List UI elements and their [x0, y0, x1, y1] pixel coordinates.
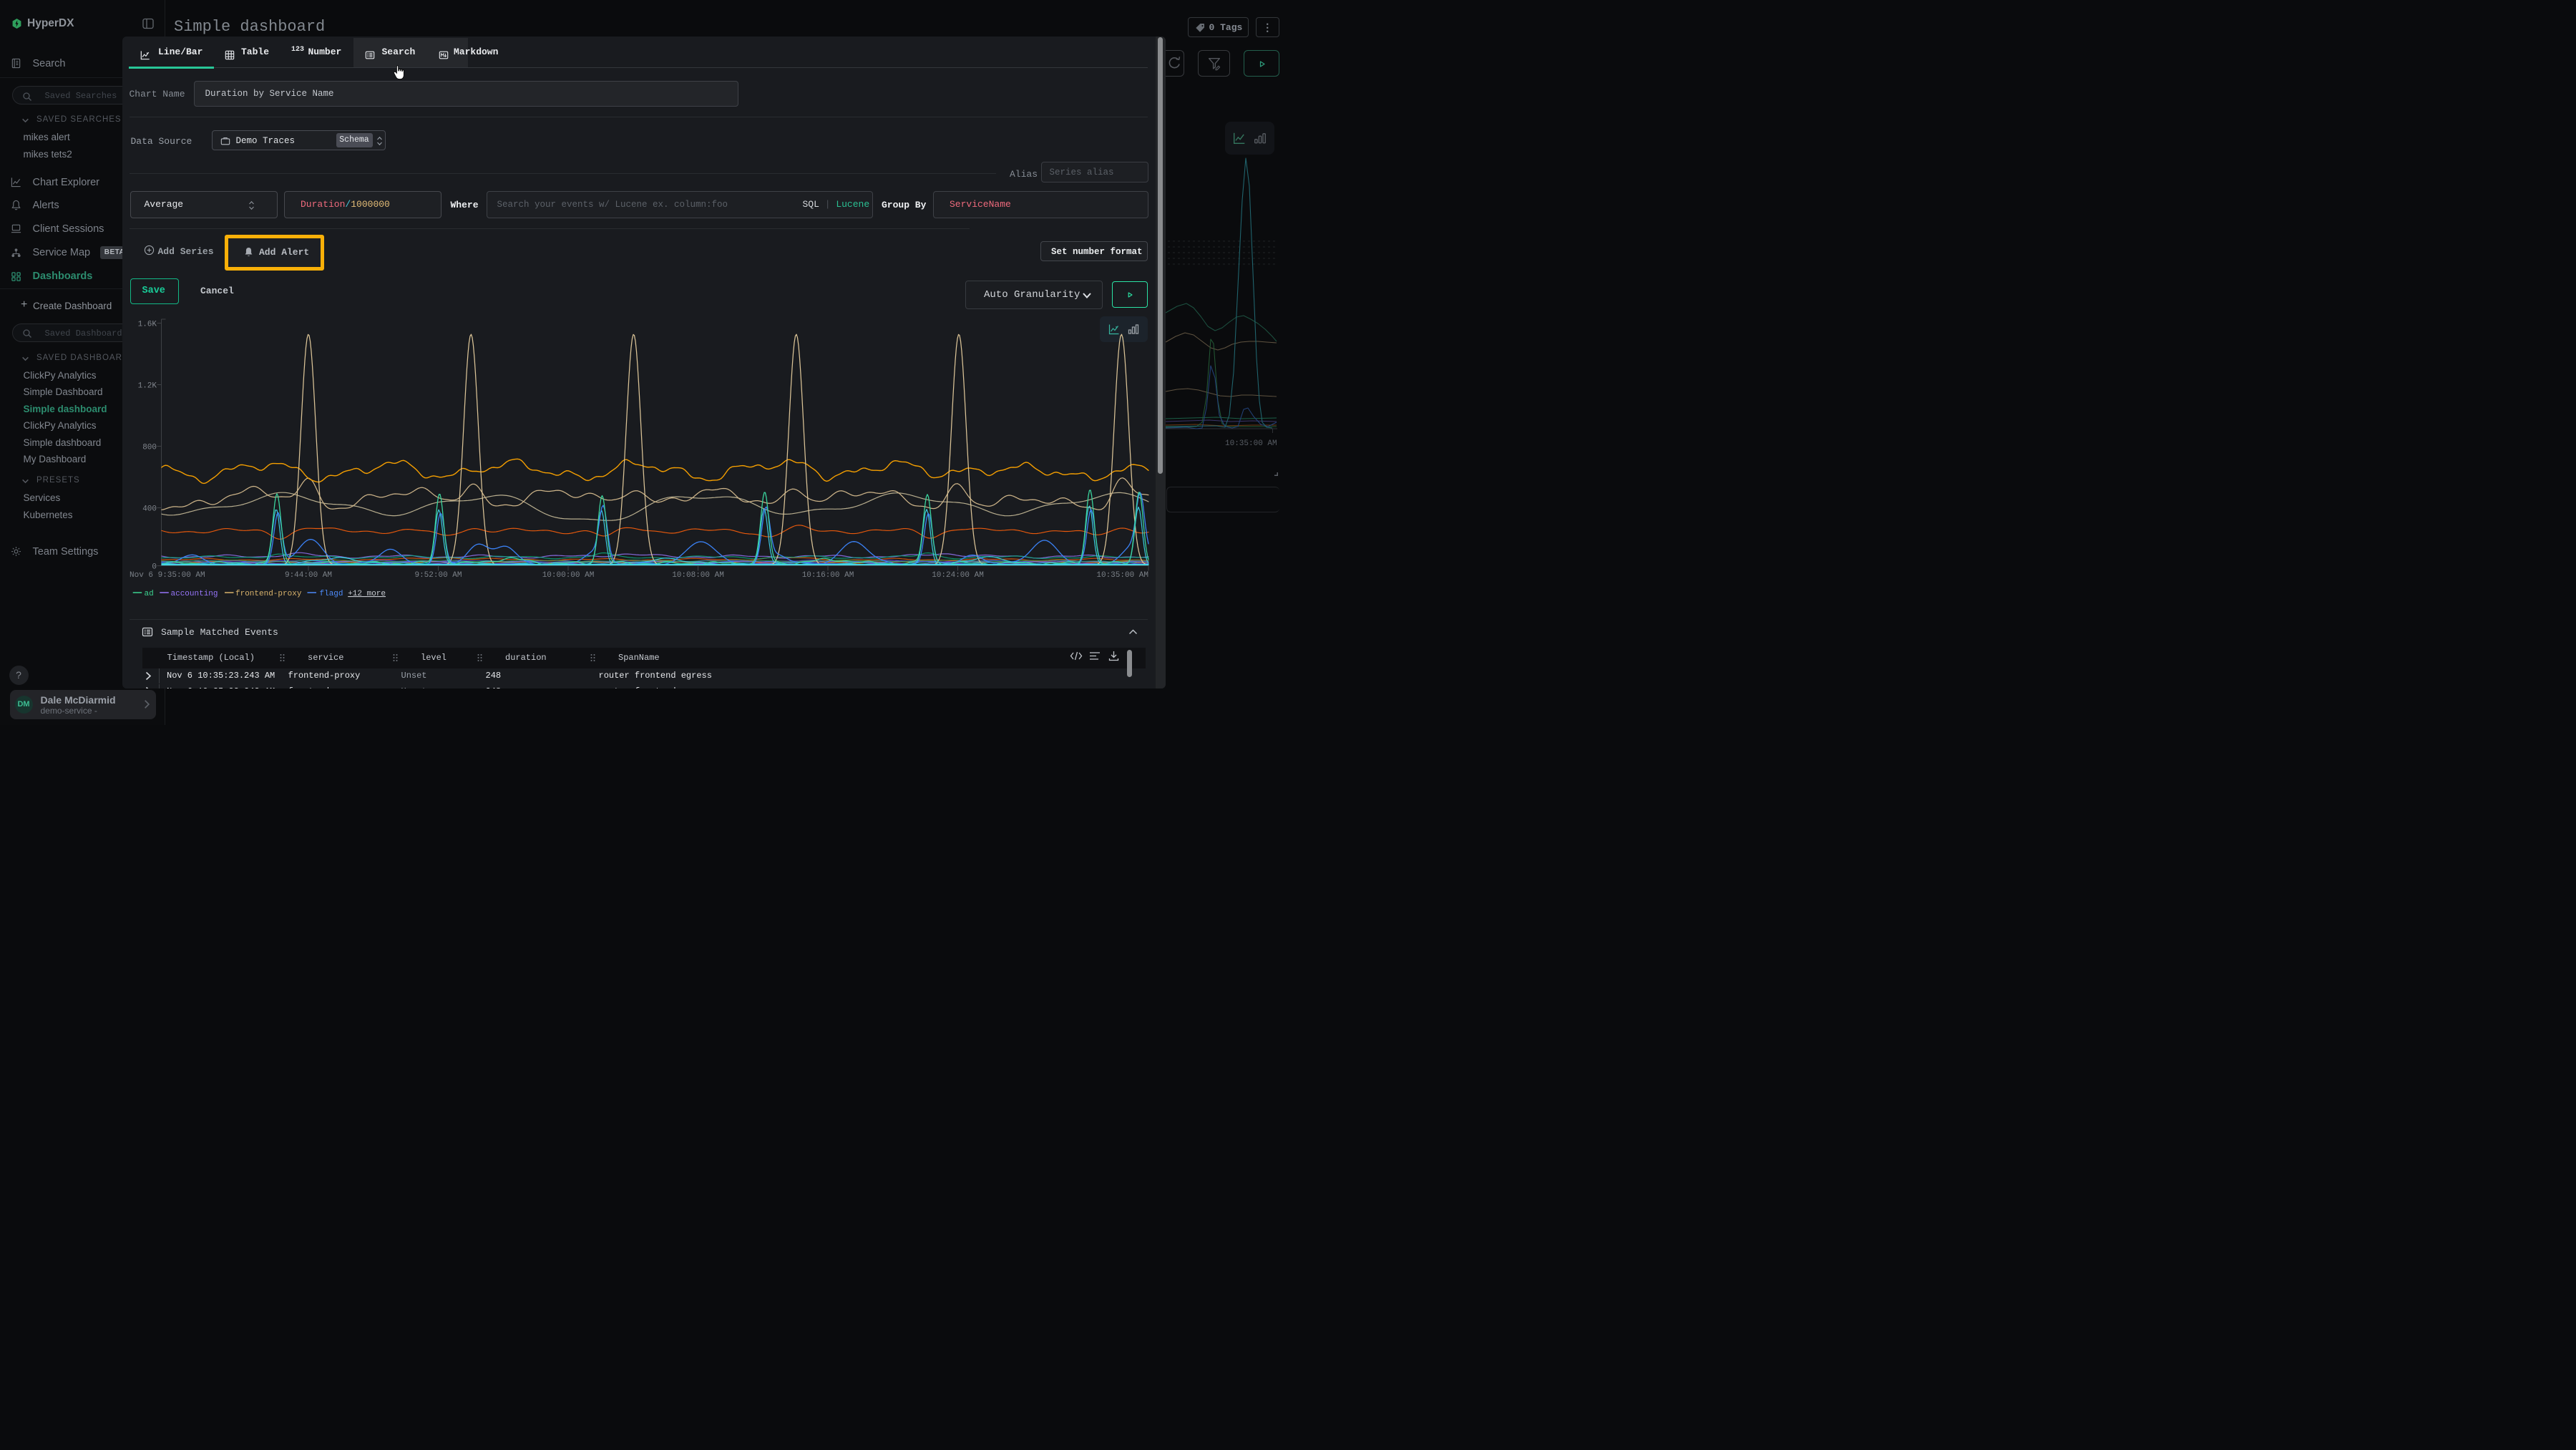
svg-text:10:24:00 AM: 10:24:00 AM [932, 571, 984, 580]
svg-text:ad: ad [145, 590, 154, 598]
svg-text:9:44:00 AM: 9:44:00 AM [285, 571, 332, 580]
svg-text:800: 800 [142, 443, 157, 452]
svg-text:10:35:00 AM: 10:35:00 AM [1096, 571, 1148, 580]
svg-text:10:16:00 AM: 10:16:00 AM [802, 571, 854, 580]
svg-text:1.6K: 1.6K [138, 320, 157, 329]
svg-text:9:52:00 AM: 9:52:00 AM [414, 571, 462, 580]
svg-text:1.2K: 1.2K [138, 381, 157, 390]
svg-text:+12 more: +12 more [348, 590, 386, 598]
svg-text:accounting: accounting [171, 590, 218, 598]
svg-text:400: 400 [142, 505, 157, 513]
svg-text:10:00:00 AM: 10:00:00 AM [542, 571, 595, 580]
svg-text:flagd: flagd [320, 590, 343, 598]
svg-text:Nov 6 9:35:00 AM: Nov 6 9:35:00 AM [130, 571, 205, 580]
svg-text:frontend-proxy: frontend-proxy [235, 590, 302, 598]
svg-text:10:08:00 AM: 10:08:00 AM [672, 571, 724, 580]
svg-text:0: 0 [152, 563, 157, 571]
